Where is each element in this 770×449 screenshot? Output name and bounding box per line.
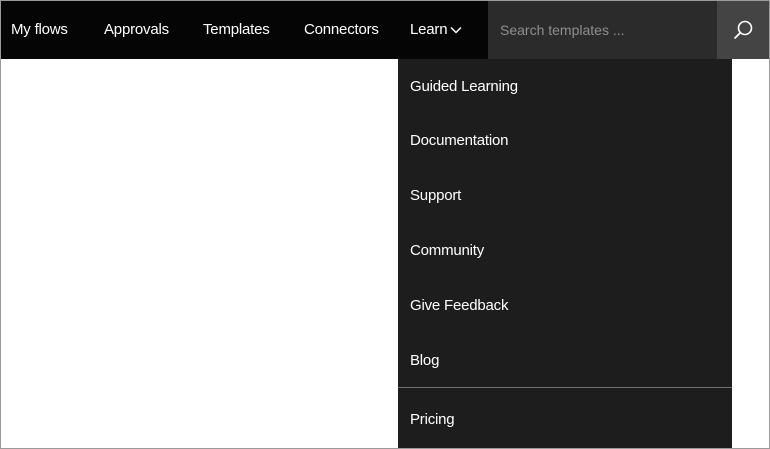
app-window: My flows Approvals Templates Connectors … [0,0,770,449]
nav-templates[interactable]: Templates [203,1,270,59]
search-input[interactable] [488,1,716,59]
menu-item-pricing[interactable]: Pricing [398,393,732,447]
menu-item-documentation[interactable]: Documentation [398,114,732,168]
menu-item-guided-learning[interactable]: Guided Learning [398,60,732,114]
menu-divider [398,387,732,388]
search-box [488,1,769,59]
top-navigation-bar: My flows Approvals Templates Connectors … [1,1,769,59]
search-button[interactable] [717,1,769,59]
menu-item-support[interactable]: Support [398,169,732,223]
nav-learn[interactable]: Learn [410,1,462,59]
nav-learn-label: Learn [410,21,448,38]
chevron-down-icon [450,26,462,34]
menu-item-give-feedback[interactable]: Give Feedback [398,279,732,333]
search-icon [732,19,754,41]
nav-connectors[interactable]: Connectors [304,1,379,59]
nav-my-flows[interactable]: My flows [11,1,68,59]
menu-item-community[interactable]: Community [398,224,732,278]
nav-approvals[interactable]: Approvals [104,1,169,59]
learn-dropdown-menu: Guided Learning Documentation Support Co… [398,59,732,448]
menu-item-blog[interactable]: Blog [398,334,732,388]
